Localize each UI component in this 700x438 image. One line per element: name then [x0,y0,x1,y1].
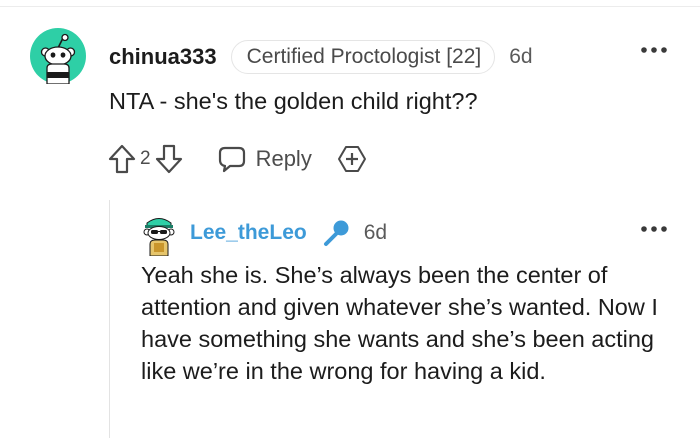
more-options-icon[interactable] [640,222,668,236]
downvote-icon[interactable] [155,143,183,175]
thread-line[interactable] [109,200,110,438]
reply-button[interactable]: Reply [217,144,312,174]
timestamp: 6d [509,45,533,68]
comment-bubble-icon [218,146,245,173]
upvote-icon[interactable] [108,143,136,175]
username[interactable]: Lee_theLeo [190,221,307,245]
avatar[interactable] [30,28,86,84]
more-options-icon[interactable] [640,43,668,57]
vote-count: 2 [140,148,151,169]
comment-body: NTA - she's the golden child right?? [109,88,478,114]
comment-actions: 2 Reply [108,139,368,179]
timestamp: 6d [363,221,388,244]
award-icon[interactable] [336,143,368,175]
reply-header: Lee_theLeo 6d [190,218,387,248]
microphone-icon [323,220,349,246]
user-flair: Certified Proctologist [22] [230,40,496,74]
username[interactable]: chinua333 [109,44,217,70]
reply-label: Reply [255,146,312,171]
top-divider [0,0,700,7]
reply-body: Yeah she is. She’s always been the cente… [141,262,658,384]
comment-header: chinua333 Certified Proctologist [22] 6d [109,40,533,74]
avatar[interactable] [141,212,177,256]
